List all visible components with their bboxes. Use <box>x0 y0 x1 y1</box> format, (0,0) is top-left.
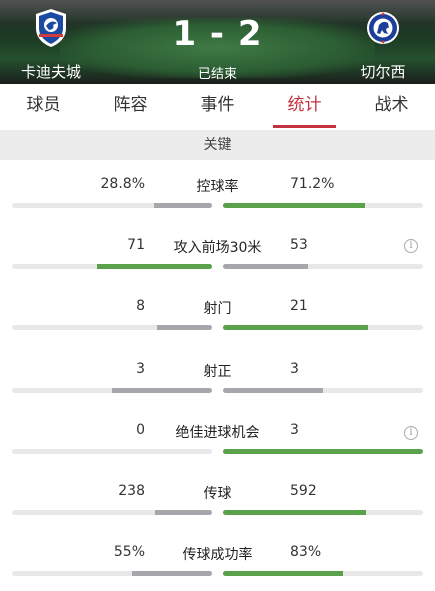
away-stat-bar <box>223 325 423 330</box>
stat-row: 55% 传球成功率 83% <box>0 544 435 591</box>
away-stat-value: 3 <box>290 361 299 377</box>
home-stat-bar <box>12 449 212 454</box>
away-stat-value: 592 <box>290 483 317 499</box>
home-team[interactable]: 卡迪夫城 <box>6 8 96 82</box>
home-stat-value: 55% <box>113 544 145 560</box>
away-team[interactable]: 切尔西 <box>338 8 428 82</box>
away-stat-fill <box>223 388 323 393</box>
stat-row: 28.8% 控球率 71.2% <box>0 176 435 236</box>
info-icon[interactable]: i <box>404 426 418 440</box>
away-stat-fill <box>223 571 344 576</box>
stat-label: 绝佳进球机会 <box>175 425 260 441</box>
stat-row: 71 攻入前场30米 53 i <box>0 237 435 297</box>
home-stat-fill <box>154 203 212 208</box>
match-header: 卡迪夫城 1 - 2 已结束 切尔西 <box>0 0 435 84</box>
away-stat-bar <box>223 510 423 515</box>
away-stat-fill <box>223 510 366 515</box>
stat-label: 射正 <box>203 364 232 380</box>
away-stat-value: 21 <box>290 298 308 314</box>
home-stat-value: 238 <box>118 483 145 499</box>
home-stat-value: 3 <box>136 361 145 377</box>
home-stat-bar <box>12 325 212 330</box>
home-stat-fill <box>132 571 212 576</box>
away-stat-bar <box>223 203 423 208</box>
section-header-key: 关键 <box>0 130 435 160</box>
stat-label: 射门 <box>203 301 232 317</box>
tab-bar: 球员 阵容 事件 统计 战术 <box>0 84 435 130</box>
home-stat-bar <box>12 388 212 393</box>
home-stat-value: 71 <box>127 237 145 253</box>
home-stat-value: 0 <box>136 422 145 438</box>
home-stat-fill <box>112 388 212 393</box>
stat-row: 238 传球 592 <box>0 483 435 543</box>
home-stat-fill <box>97 264 212 269</box>
home-stat-bar <box>12 571 212 576</box>
away-stat-bar <box>223 449 423 454</box>
match-score: 1 - 2 <box>172 14 263 54</box>
home-stat-bar <box>12 203 212 208</box>
tab-lineup[interactable]: 阵容 <box>87 84 174 130</box>
stat-row: 8 射门 21 <box>0 298 435 358</box>
match-status: 已结束 <box>197 67 237 82</box>
stat-label: 传球 <box>203 486 232 502</box>
away-stat-value: 71.2% <box>290 176 335 192</box>
away-stat-fill <box>223 203 366 208</box>
info-icon[interactable]: i <box>404 239 418 253</box>
tab-events[interactable]: 事件 <box>174 84 261 130</box>
tab-stats[interactable]: 统计 <box>261 84 348 130</box>
stat-label: 控球率 <box>196 179 239 195</box>
away-stat-fill <box>223 264 309 269</box>
home-team-name: 卡迪夫城 <box>20 63 81 81</box>
stat-row: 3 射正 3 <box>0 361 435 421</box>
cardiff-bluebird-crest-icon <box>36 9 66 47</box>
away-stat-value: 53 <box>290 237 308 253</box>
home-stat-value: 28.8% <box>100 176 145 192</box>
stat-label: 攻入前场30米 <box>173 240 262 256</box>
away-stat-bar <box>223 571 423 576</box>
away-stat-value: 3 <box>290 422 299 438</box>
home-stat-value: 8 <box>136 298 145 314</box>
home-stat-bar <box>12 264 212 269</box>
home-stat-fill <box>154 510 212 515</box>
home-stat-fill <box>156 325 212 330</box>
away-team-name: 切尔西 <box>360 63 406 81</box>
away-stat-bar <box>223 264 423 269</box>
away-stat-value: 83% <box>290 544 322 560</box>
stat-row: 0 绝佳进球机会 3 i <box>0 422 435 482</box>
tab-tactics[interactable]: 战术 <box>348 84 435 130</box>
chelsea-lion-crest-icon <box>367 12 399 44</box>
away-stat-fill <box>223 449 423 454</box>
stat-label: 传球成功率 <box>182 547 253 563</box>
tab-players[interactable]: 球员 <box>0 84 87 130</box>
home-stat-bar <box>12 510 212 515</box>
away-stat-fill <box>223 325 368 330</box>
away-stat-bar <box>223 388 423 393</box>
